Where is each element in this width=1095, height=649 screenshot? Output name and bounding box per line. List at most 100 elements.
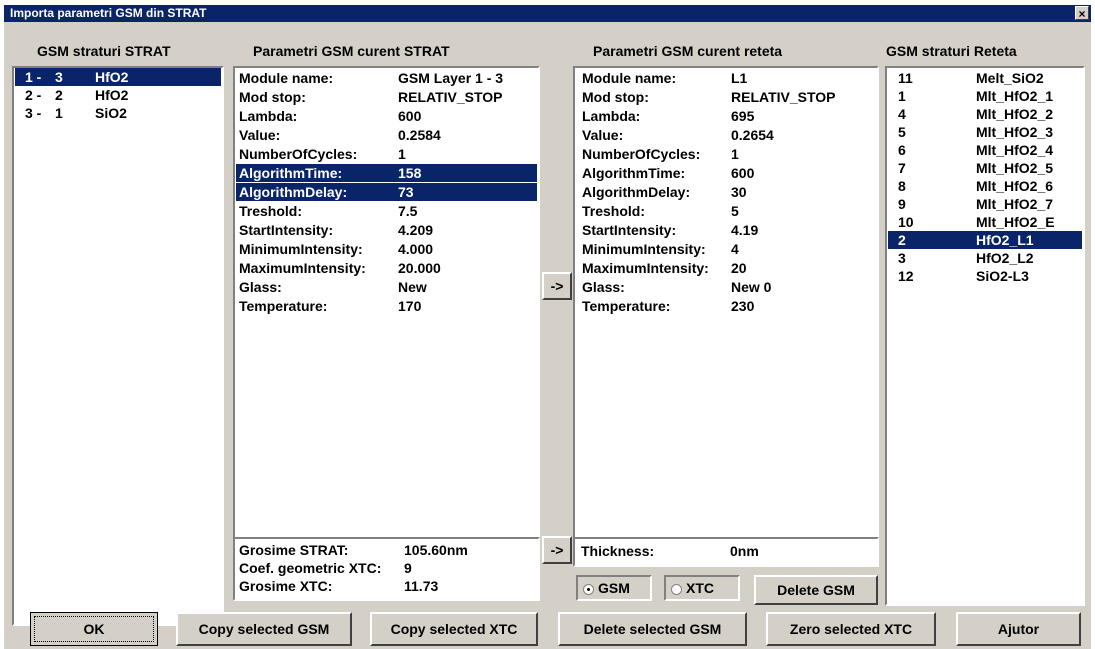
reteta-param-row[interactable]: MinimumIntensity: 4 — [576, 240, 876, 258]
param-label: Glass: — [239, 279, 282, 295]
reteta-param-row[interactable]: Glass: New 0 — [576, 278, 876, 296]
reteta-layer-row[interactable]: 10 Mlt_HfO2_E — [888, 213, 1082, 231]
reteta-layers-list[interactable]: 11 Melt_SiO2 1 Mlt_HfO2_1 4 Mlt_HfO2_2 5 Mlt_Hf… — [885, 66, 1085, 606]
strat-layer-row[interactable]: 1 - 3 HfO2 — [15, 68, 221, 86]
layer-index: 12 — [898, 268, 914, 284]
reteta-param-row[interactable]: StartIntensity: 4.19 — [576, 221, 876, 239]
param-value: 7.5 — [398, 203, 418, 219]
gsm-radio[interactable]: GSM — [576, 575, 652, 601]
reteta-param-row[interactable]: Lambda: 695 — [576, 107, 876, 125]
layer-name: HfO2 — [95, 69, 129, 85]
param-label: Mod stop: — [582, 89, 649, 105]
focus-rect — [34, 616, 154, 642]
param-value: 30 — [731, 184, 747, 200]
param-label: Lambda: — [239, 108, 298, 124]
header-reteta-params: Parametri GSM curent reteta — [593, 43, 783, 59]
reteta-layer-row[interactable]: 11 Melt_SiO2 — [888, 69, 1082, 87]
param-value: 5 — [731, 203, 739, 219]
reteta-layer-row[interactable]: 4 Mlt_HfO2_2 — [888, 105, 1082, 123]
strat-param-row[interactable]: AlgorithmTime: 158 — [236, 164, 537, 182]
param-value: GSM Layer 1 - 3 — [398, 70, 504, 86]
reteta-param-row[interactable]: Treshold: 5 — [576, 202, 876, 220]
close-icon[interactable]: × — [1075, 6, 1089, 21]
thickness-value: 0nm — [730, 543, 759, 559]
param-label: AlgorithmTime: — [239, 165, 343, 181]
reteta-param-row[interactable]: MaximumIntensity: 20 — [576, 259, 876, 277]
strat-param-row[interactable]: Mod stop: RELATIV_STOP — [236, 88, 537, 106]
strat-param-row[interactable]: MinimumIntensity: 4.000 — [236, 240, 537, 258]
layer-name: Mlt_HfO2_6 — [976, 178, 1054, 194]
reteta-layer-row[interactable]: 9 Mlt_HfO2_7 — [888, 195, 1082, 213]
param-label: Module name: — [582, 70, 677, 86]
layer-index: 3 — [55, 69, 63, 85]
zero-selected-xtc-button[interactable]: Zero selected XTC — [766, 612, 936, 646]
title-bar: Importa parametri GSM din STRAT × — [4, 5, 1091, 22]
reteta-layer-row[interactable]: 12 SiO2-L3 — [888, 267, 1082, 285]
layer-index: 2 — [898, 232, 906, 248]
param-value: 230 — [731, 298, 755, 314]
layer-name: Mlt_HfO2_3 — [976, 124, 1054, 140]
param-label: MinimumIntensity: — [582, 241, 706, 257]
reteta-layer-row[interactable]: 6 Mlt_HfO2_4 — [888, 141, 1082, 159]
strat-param-row[interactable]: Module name: GSM Layer 1 - 3 — [236, 69, 537, 87]
strat-layer-row[interactable]: 2 - 2 HfO2 — [15, 86, 221, 104]
reteta-param-row[interactable]: Temperature: 230 — [576, 297, 876, 315]
param-label: NumberOfCycles: — [239, 146, 358, 162]
param-label: AlgorithmTime: — [582, 165, 686, 181]
param-value: 158 — [398, 165, 422, 181]
reteta-param-row[interactable]: Mod stop: RELATIV_STOP — [576, 88, 876, 106]
strat-param-row[interactable]: MaximumIntensity: 20.000 — [236, 259, 537, 277]
layer-index: 7 — [898, 160, 906, 176]
copy-selected-gsm-button[interactable]: Copy selected GSM — [176, 612, 352, 646]
reteta-layer-row[interactable]: 5 Mlt_HfO2_3 — [888, 123, 1082, 141]
param-value: 4.19 — [731, 222, 759, 238]
delete-gsm-button[interactable]: Delete GSM — [754, 575, 878, 605]
copy-params-arrow-button[interactable]: -> — [542, 272, 572, 300]
layer-index: 5 — [898, 124, 906, 140]
param-value: 73 — [398, 184, 414, 200]
thickness-label: Coef. geometric XTC: — [239, 560, 382, 576]
strat-layers-list[interactable]: 1 - 3 HfO2 2 - 2 HfO2 3 - 1 SiO2 — [12, 66, 224, 626]
strat-param-row[interactable]: Value: 0.2584 — [236, 126, 537, 144]
strat-layer-row[interactable]: 3 - 1 SiO2 — [15, 104, 221, 122]
reteta-layer-row[interactable]: 3 HfO2_L2 — [888, 249, 1082, 267]
strat-param-row[interactable]: AlgorithmDelay: 73 — [236, 183, 537, 201]
reteta-param-row[interactable]: AlgorithmDelay: 30 — [576, 183, 876, 201]
param-label: Treshold: — [239, 203, 303, 219]
layer-name: Mlt_HfO2_E — [976, 214, 1055, 230]
reteta-param-row[interactable]: NumberOfCycles: 1 — [576, 145, 876, 163]
strat-params-list[interactable]: Module name: GSM Layer 1 - 3 Mod stop: RELA… — [233, 66, 540, 550]
param-value: 4 — [731, 241, 739, 257]
param-value: L1 — [731, 70, 748, 86]
reteta-layer-row[interactable]: 2 HfO2_L1 — [888, 231, 1082, 249]
param-label: Lambda: — [582, 108, 641, 124]
strat-param-row[interactable]: Treshold: 7.5 — [236, 202, 537, 220]
strat-param-row[interactable]: Glass: New — [236, 278, 537, 296]
reteta-layer-row[interactable]: 1 Mlt_HfO2_1 — [888, 87, 1082, 105]
copy-thickness-arrow-button[interactable]: -> — [542, 536, 572, 564]
layer-name: SiO2-L3 — [976, 268, 1029, 284]
radio-selected-icon — [583, 583, 594, 595]
param-label: StartIntensity: — [582, 222, 677, 238]
reteta-param-row[interactable]: Value: 0.2654 — [576, 126, 876, 144]
thickness-value: 105.60nm — [404, 542, 468, 558]
param-label: Temperature: — [582, 298, 671, 314]
param-label: Temperature: — [239, 298, 328, 314]
reteta-layer-row[interactable]: 8 Mlt_HfO2_6 — [888, 177, 1082, 195]
reteta-params-list[interactable]: Module name: L1 Mod stop: RELATIV_STOP Lambd… — [573, 66, 879, 550]
radio-unselected-icon — [671, 583, 682, 595]
ok-button[interactable]: OK — [30, 612, 158, 646]
strat-param-row[interactable]: NumberOfCycles: 1 — [236, 145, 537, 163]
reteta-param-row[interactable]: AlgorithmTime: 600 — [576, 164, 876, 182]
xtc-radio[interactable]: XTC — [664, 575, 740, 601]
help-button[interactable]: Ajutor — [956, 612, 1081, 646]
reteta-param-row[interactable]: Module name: L1 — [576, 69, 876, 87]
header-strat-params: Parametri GSM curent STRAT — [253, 43, 450, 59]
copy-selected-xtc-button[interactable]: Copy selected XTC — [370, 612, 538, 646]
param-label: MinimumIntensity: — [239, 241, 363, 257]
reteta-layer-row[interactable]: 7 Mlt_HfO2_5 — [888, 159, 1082, 177]
strat-param-row[interactable]: Temperature: 170 — [236, 297, 537, 315]
strat-param-row[interactable]: StartIntensity: 4.209 — [236, 221, 537, 239]
strat-param-row[interactable]: Lambda: 600 — [236, 107, 537, 125]
delete-selected-gsm-button[interactable]: Delete selected GSM — [558, 612, 747, 646]
